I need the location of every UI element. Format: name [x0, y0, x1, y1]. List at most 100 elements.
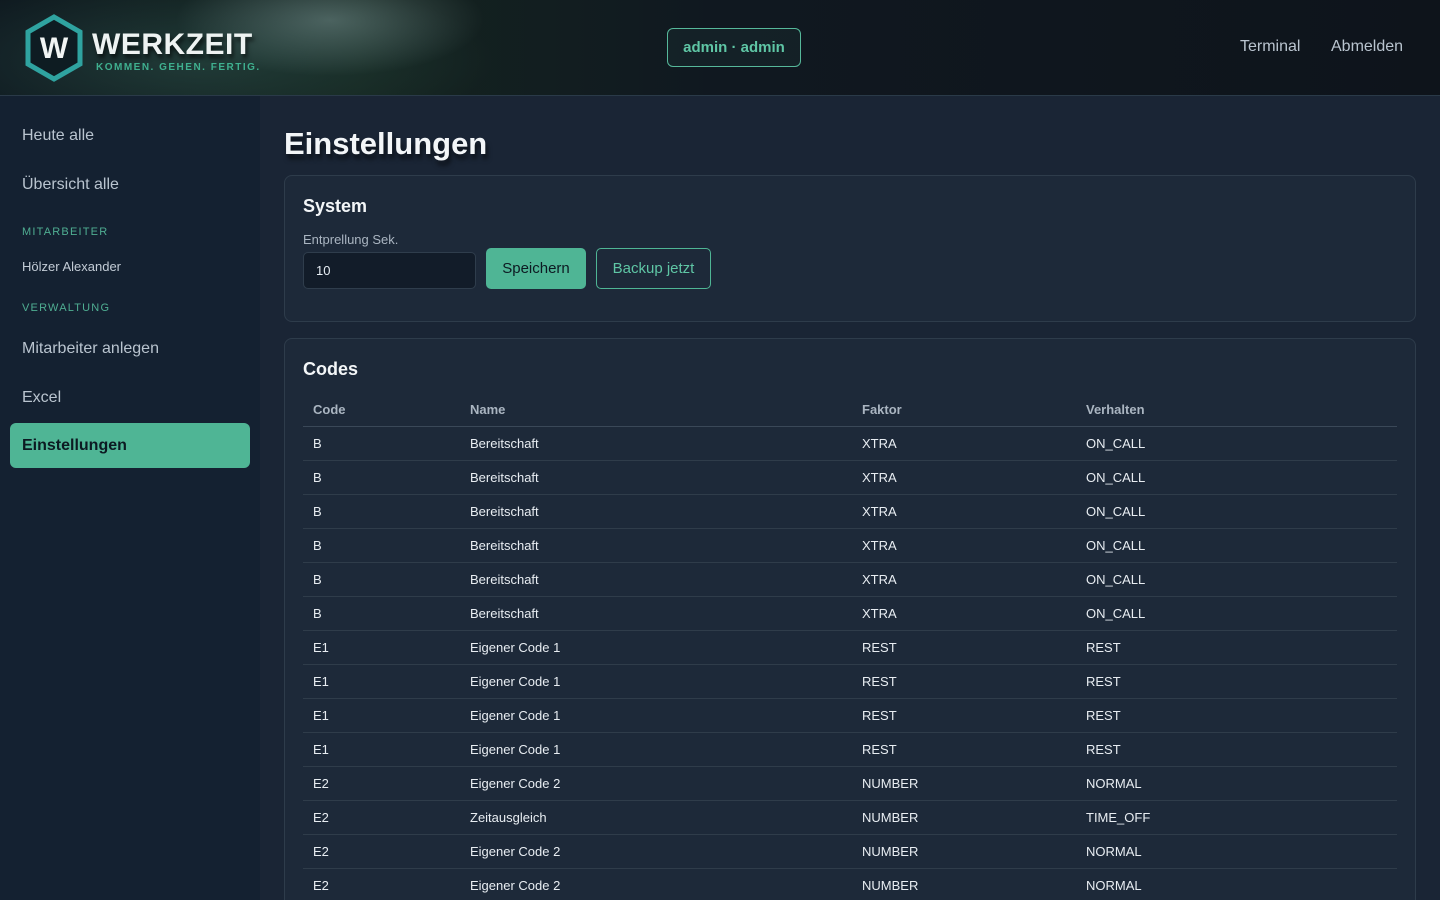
- svg-text:W: W: [40, 32, 69, 65]
- cell-name: Eigener Code 1: [460, 732, 852, 767]
- cell-behavior: NORMAL: [1076, 868, 1397, 900]
- cell-factor: NUMBER: [852, 800, 1076, 835]
- sidebar-section-admin: VERWALTUNG: [22, 302, 111, 314]
- cell-code: B: [303, 426, 460, 461]
- table-row[interactable]: E1 Eigener Code 1 REST REST: [303, 664, 1397, 699]
- cell-name: Bereitschaft: [460, 460, 852, 495]
- cell-name: Eigener Code 1: [460, 664, 852, 699]
- cell-name: Eigener Code 1: [460, 698, 852, 733]
- table-row[interactable]: B Bereitschaft XTRA ON_CALL: [303, 596, 1397, 631]
- cell-factor: NUMBER: [852, 834, 1076, 869]
- sidebar-item-excel[interactable]: Excel: [22, 389, 61, 407]
- cell-code: E2: [303, 766, 460, 801]
- cell-behavior: REST: [1076, 732, 1397, 767]
- sidebar-item-today-all[interactable]: Heute alle: [22, 127, 94, 145]
- nav-logout-link[interactable]: Abmelden: [1331, 38, 1403, 56]
- debounce-label: Entprellung Sek.: [303, 232, 399, 247]
- column-header-behavior[interactable]: Verhalten: [1076, 393, 1397, 427]
- cell-behavior: ON_CALL: [1076, 494, 1397, 529]
- table-row[interactable]: B Bereitschaft XTRA ON_CALL: [303, 562, 1397, 597]
- save-button[interactable]: Speichern: [486, 248, 586, 289]
- cell-behavior: REST: [1076, 630, 1397, 665]
- cell-factor: REST: [852, 732, 1076, 767]
- codes-card: Codes Code Name Faktor Verhalten B Bereit…: [284, 338, 1416, 900]
- table-row[interactable]: E2 Eigener Code 2 NUMBER NORMAL: [303, 766, 1397, 801]
- cell-code: E1: [303, 698, 460, 733]
- cell-code: B: [303, 596, 460, 631]
- sidebar: Heute alle Übersicht alle MITARBEITER Hö…: [0, 96, 260, 900]
- cell-behavior: NORMAL: [1076, 834, 1397, 869]
- column-header-name[interactable]: Name: [460, 393, 852, 427]
- cell-behavior: REST: [1076, 698, 1397, 733]
- cell-name: Eigener Code 2: [460, 834, 852, 869]
- cell-factor: XTRA: [852, 460, 1076, 495]
- cell-code: E1: [303, 664, 460, 699]
- column-header-code[interactable]: Code: [303, 393, 460, 427]
- cell-code: B: [303, 460, 460, 495]
- cell-factor: REST: [852, 664, 1076, 699]
- column-header-factor[interactable]: Faktor: [852, 393, 1076, 427]
- table-row[interactable]: E2 Eigener Code 2 NUMBER NORMAL: [303, 868, 1397, 900]
- cell-name: Eigener Code 1: [460, 630, 852, 665]
- nav-terminal-link[interactable]: Terminal: [1240, 38, 1300, 56]
- system-card: System Entprellung Sek. Speichern Backup…: [284, 175, 1416, 322]
- cell-code: E1: [303, 630, 460, 665]
- cell-factor: XTRA: [852, 494, 1076, 529]
- cell-factor: XTRA: [852, 562, 1076, 597]
- logo-subtitle: KOMMEN. GEHEN. FERTIG.: [96, 62, 261, 73]
- codes-table: Code Name Faktor Verhalten B Bereitschaft…: [303, 393, 1397, 900]
- cell-behavior: ON_CALL: [1076, 426, 1397, 461]
- table-row[interactable]: E1 Eigener Code 1 REST REST: [303, 698, 1397, 733]
- cell-code: E2: [303, 834, 460, 869]
- cell-name: Bereitschaft: [460, 562, 852, 597]
- sidebar-item-overview-all[interactable]: Übersicht alle: [22, 176, 119, 194]
- sidebar-item-create-employee[interactable]: Mitarbeiter anlegen: [22, 340, 159, 358]
- cell-name: Bereitschaft: [460, 426, 852, 461]
- cell-behavior: NORMAL: [1076, 766, 1397, 801]
- cell-factor: XTRA: [852, 528, 1076, 563]
- cell-behavior: ON_CALL: [1076, 528, 1397, 563]
- cell-factor: REST: [852, 630, 1076, 665]
- cell-behavior: ON_CALL: [1076, 460, 1397, 495]
- user-badge[interactable]: admin · admin: [667, 28, 801, 67]
- cell-behavior: TIME_OFF: [1076, 800, 1397, 835]
- cell-factor: XTRA: [852, 426, 1076, 461]
- debounce-input[interactable]: [303, 252, 476, 289]
- table-header-row: Code Name Faktor Verhalten: [303, 393, 1397, 427]
- table-row[interactable]: B Bereitschaft XTRA ON_CALL: [303, 460, 1397, 495]
- cell-factor: NUMBER: [852, 868, 1076, 900]
- codes-card-title: Codes: [303, 359, 359, 379]
- table-row[interactable]: E1 Eigener Code 1 REST REST: [303, 630, 1397, 665]
- cell-code: B: [303, 494, 460, 529]
- table-row[interactable]: B Bereitschaft XTRA ON_CALL: [303, 494, 1397, 529]
- cell-name: Bereitschaft: [460, 528, 852, 563]
- cell-behavior: ON_CALL: [1076, 596, 1397, 631]
- app-logo[interactable]: W WERKZEIT KOMMEN. GEHEN. FERTIG.: [24, 14, 264, 84]
- cell-factor: NUMBER: [852, 766, 1076, 801]
- logo-title: WERKZEIT: [92, 28, 253, 61]
- page-title: Einstellungen: [284, 126, 488, 161]
- cell-code: E2: [303, 868, 460, 900]
- cell-name: Bereitschaft: [460, 596, 852, 631]
- table-row[interactable]: B Bereitschaft XTRA ON_CALL: [303, 426, 1397, 461]
- cell-behavior: ON_CALL: [1076, 562, 1397, 597]
- cell-name: Eigener Code 2: [460, 868, 852, 900]
- logo-hexagon-icon: W: [25, 14, 83, 82]
- table-row[interactable]: E2 Zeitausgleich NUMBER TIME_OFF: [303, 800, 1397, 835]
- table-row[interactable]: B Bereitschaft XTRA ON_CALL: [303, 528, 1397, 563]
- codes-table-body: B Bereitschaft XTRA ON_CALL B Bereitschaft XTR…: [303, 426, 1397, 900]
- table-row[interactable]: E1 Eigener Code 1 REST REST: [303, 732, 1397, 767]
- cell-name: Eigener Code 2: [460, 766, 852, 801]
- system-card-title: System: [303, 196, 368, 216]
- sidebar-item-employee[interactable]: Hölzer Alexander: [22, 259, 121, 274]
- sidebar-section-employees: MITARBEITER: [22, 226, 109, 238]
- cell-factor: XTRA: [852, 596, 1076, 631]
- top-header: W WERKZEIT KOMMEN. GEHEN. FERTIG. admin …: [0, 0, 1440, 96]
- cell-code: E2: [303, 800, 460, 835]
- table-row[interactable]: E2 Eigener Code 2 NUMBER NORMAL: [303, 834, 1397, 869]
- cell-code: B: [303, 562, 460, 597]
- sidebar-item-settings[interactable]: Einstellungen: [10, 423, 250, 468]
- cell-code: B: [303, 528, 460, 563]
- backup-now-button[interactable]: Backup jetzt: [596, 248, 711, 289]
- cell-code: E1: [303, 732, 460, 767]
